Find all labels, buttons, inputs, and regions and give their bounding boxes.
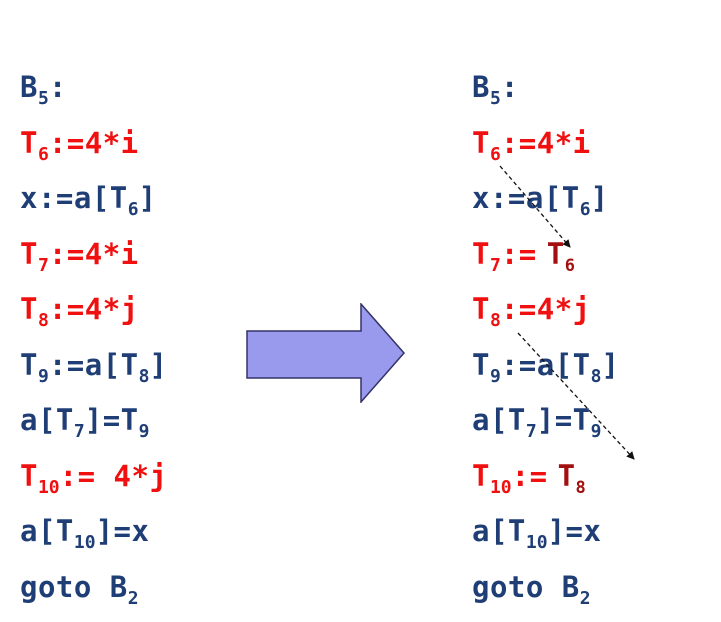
dependency-arrows [499,165,635,460]
reuse-arrow-t6 [499,165,571,248]
reuse-arrow-t8 [517,332,635,460]
